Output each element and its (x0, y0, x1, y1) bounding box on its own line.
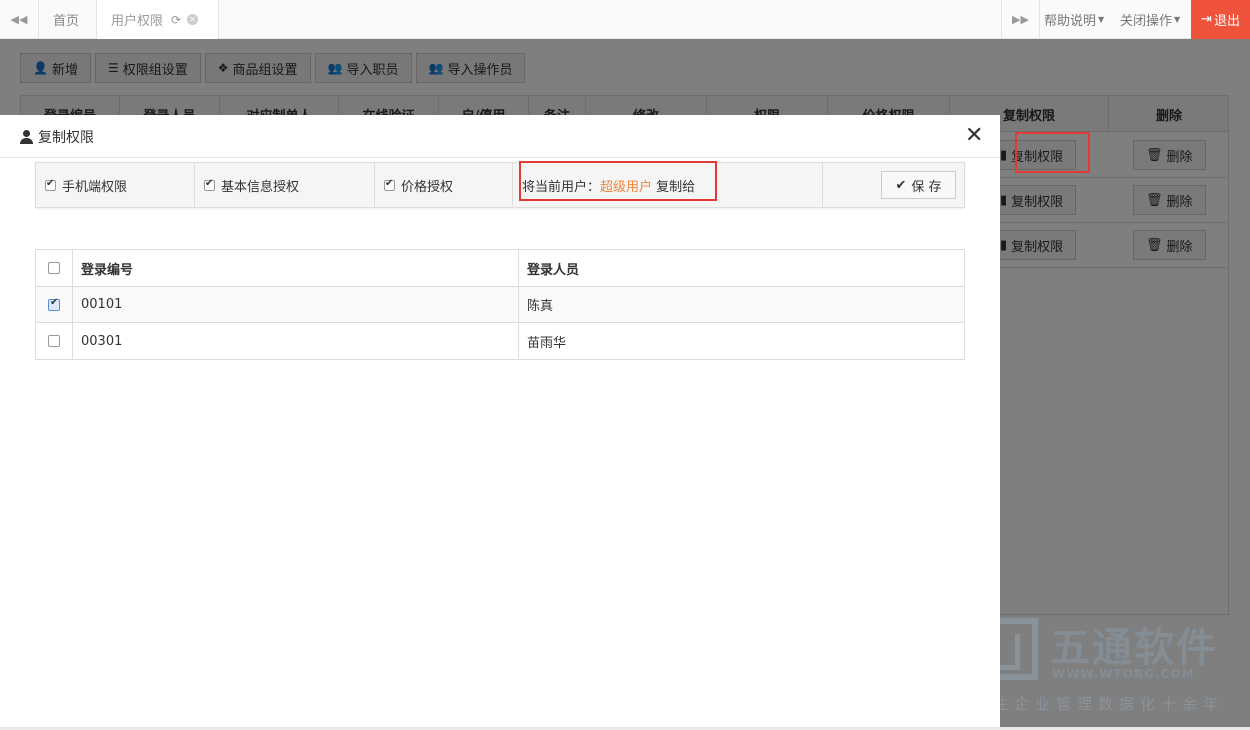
option-mobile-label: 手机端权限 (62, 179, 128, 195)
dialog-header: 复制权限 ✕ (0, 115, 1000, 158)
watermark-title: 五通软件 (1050, 625, 1218, 671)
dialog-title: 复制权限 (20, 127, 94, 147)
mobile-permission-checkbox[interactable] (45, 178, 56, 191)
option-basic[interactable]: 基本信息授权 (195, 163, 375, 207)
top-tab-bar: ◀◀ 首页 用户权限 ⟳ ✕ ▶▶ 帮助说明 ▼ 关闭操作 ▼ ⇥ 退出 (0, 0, 1250, 39)
target-user-table-header: 登录编号 登录人员 (36, 250, 964, 287)
annotation-highlight-box (519, 161, 717, 201)
logout-label: 退出 (1213, 14, 1240, 29)
help-menu-label: 帮助说明 (1044, 14, 1097, 29)
tab-user-permissions[interactable]: 用户权限 ⟳ ✕ (97, 0, 219, 39)
logout-icon: ⇥ (1201, 12, 1212, 27)
annotation-highlight-box (1015, 132, 1090, 173)
refresh-icon[interactable]: ⟳ (171, 13, 181, 27)
basic-info-checkbox[interactable] (204, 178, 215, 191)
tab-prev-icon[interactable]: ◀◀ (0, 0, 39, 39)
watermark: 五通软件 WWW.WTORG.COM 专注企业管理数据化十余年 (970, 615, 1240, 715)
select-all-checkbox[interactable] (48, 262, 60, 274)
col-login-code: 登录编号 (73, 250, 519, 286)
price-permission-checkbox[interactable] (384, 178, 395, 191)
target-user-table: 登录编号 登录人员 00101 陈真 00301 苗雨华 (35, 249, 965, 360)
help-menu[interactable]: 帮助说明 ▼ (1044, 0, 1104, 39)
option-price[interactable]: 价格授权 (375, 163, 513, 207)
tab-home[interactable]: 首页 (39, 0, 97, 39)
select-all-cell (36, 250, 73, 286)
copy-permission-dialog: 复制权限 ✕ 手机端权限 基本信息授权 价格授权 将当前用户：超级用户 复制给 … (0, 115, 1000, 727)
row-login-user: 苗雨华 (527, 335, 567, 351)
col-login-user: 登录人员 (527, 262, 580, 278)
table-row[interactable]: 00301 苗雨华 (36, 323, 964, 359)
tab-close-icon[interactable]: ✕ (187, 14, 199, 25)
tab-next-icon[interactable]: ▶▶ (1001, 0, 1040, 39)
option-mobile[interactable]: 手机端权限 (36, 163, 195, 207)
watermark-subtitle: 专注企业管理数据化十余年 (972, 695, 1225, 713)
option-basic-label: 基本信息授权 (221, 179, 300, 195)
row-login-code: 00301 (73, 323, 519, 359)
save-check-icon: ✔ (895, 177, 907, 193)
tab-user-permissions-label: 用户权限 (111, 14, 164, 29)
close-ops-menu[interactable]: 关闭操作 ▼ (1120, 0, 1180, 39)
row-checkbox[interactable] (48, 335, 60, 347)
row-login-code: 00101 (73, 287, 519, 322)
row-checkbox[interactable] (48, 297, 60, 311)
chevron-down-icon: ▼ (1098, 15, 1105, 24)
options-bar: 手机端权限 基本信息授权 价格授权 将当前用户：超级用户 复制给 ✔保 存 (35, 162, 965, 208)
tab-home-label: 首页 (53, 14, 80, 29)
watermark-url: WWW.WTORG.COM (1052, 667, 1195, 681)
save-button[interactable]: ✔ 保 存 (881, 171, 956, 199)
user-icon (20, 130, 33, 144)
close-icon[interactable]: ✕ (965, 125, 983, 147)
row-select-cell (36, 323, 73, 359)
chevron-down-icon: ▼ (1174, 15, 1181, 24)
logout-button[interactable]: ⇥ 退出 (1191, 0, 1250, 39)
dialog-title-text: 复制权限 (38, 130, 94, 146)
table-row[interactable]: 00101 陈真 (36, 287, 964, 323)
option-price-label: 价格授权 (401, 179, 454, 195)
row-select-cell (36, 287, 73, 322)
close-ops-menu-label: 关闭操作 (1120, 14, 1173, 29)
save-button-label: 保 存 (911, 179, 942, 195)
row-login-user: 陈真 (527, 299, 554, 314)
